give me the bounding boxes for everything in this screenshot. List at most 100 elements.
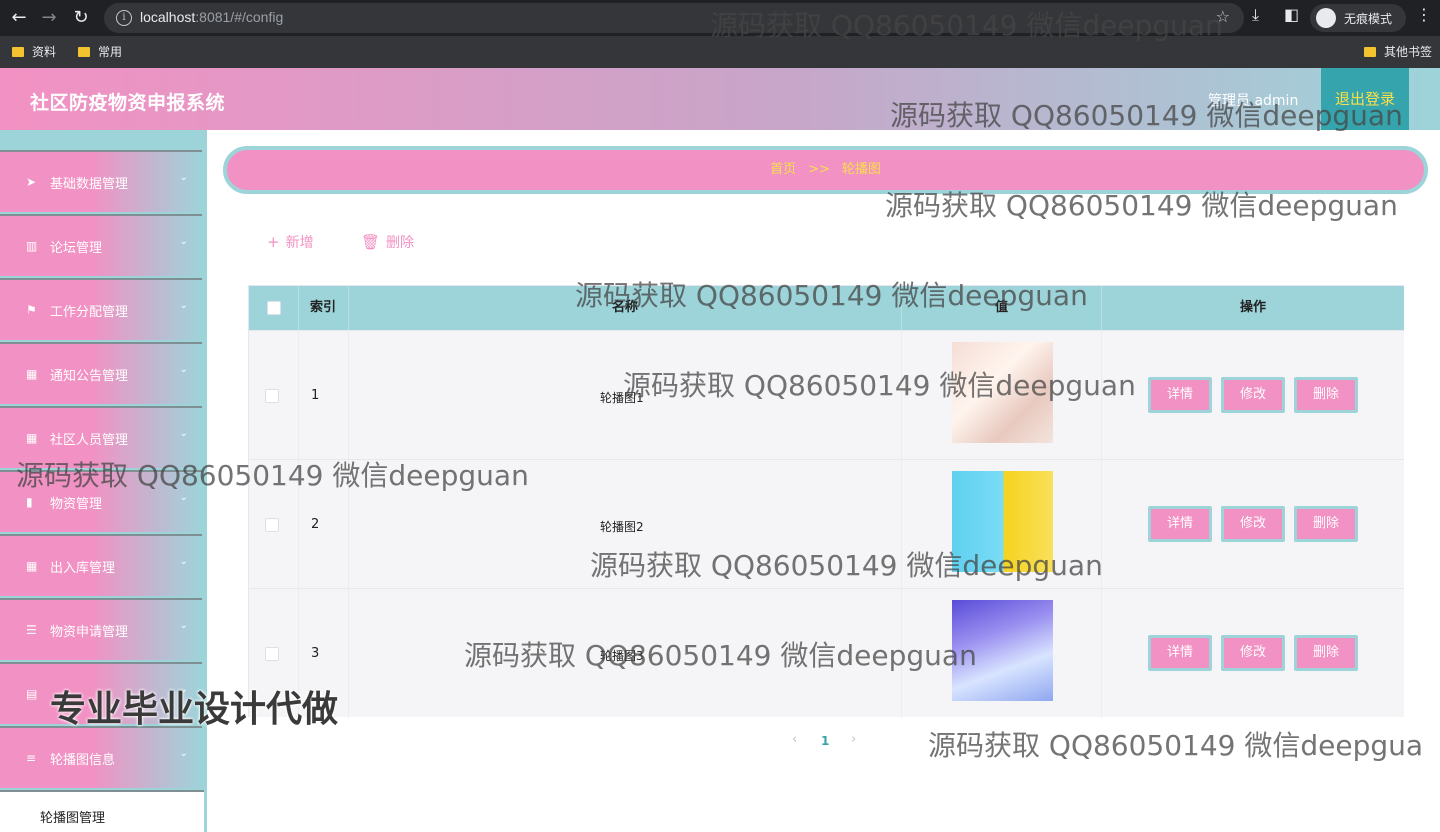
bookmark-folder[interactable]: 常用	[78, 43, 122, 60]
incognito-icon	[1316, 8, 1336, 28]
header-index: 索引	[299, 286, 349, 330]
folder-icon	[12, 47, 24, 57]
incognito-label: 无痕模式	[1344, 12, 1393, 26]
sidebar-item-label: 物资管理	[50, 497, 103, 512]
list-icon: ≡	[26, 751, 37, 765]
bookmark-star-icon[interactable]: ☆	[1216, 7, 1230, 26]
chevron-down-icon: ⌄	[179, 172, 188, 183]
carousel-thumbnail[interactable]	[952, 600, 1053, 701]
sidebar-item-label: 论坛管理	[50, 241, 103, 256]
header-name: 名称	[349, 286, 902, 330]
detail-button[interactable]: 详情	[1148, 635, 1212, 671]
sidebar-item[interactable]: ▦ 社区人员管理 ⌄	[0, 406, 202, 468]
sidebar-item[interactable]: ➤ 基础数据管理 ⌄	[0, 150, 202, 212]
breadcrumb-home[interactable]: 首页	[770, 162, 796, 177]
library-icon: ▥	[26, 239, 38, 253]
sidebar-item[interactable]: ▦ 通知公告管理 ⌄	[0, 342, 202, 404]
browser-toolbar: ← → ↻ i localhost:8081/#/config ☆ ⤓ ◧ 无痕…	[0, 0, 1440, 36]
chevron-down-icon: ⌄	[179, 428, 188, 439]
url-text[interactable]: localhost:8081/#/config	[140, 9, 283, 25]
sidebar-item[interactable]: ▮ 物资管理 ⌄	[0, 470, 202, 532]
detail-button[interactable]: 详情	[1148, 506, 1212, 542]
sidebar-item-label: 轮播图信息	[50, 753, 116, 768]
page-number-1[interactable]: 1	[821, 734, 829, 748]
plus-icon: +	[267, 233, 280, 251]
incognito-badge[interactable]: 无痕模式	[1310, 4, 1406, 32]
edit-button[interactable]: 修改	[1221, 506, 1285, 542]
delete-button[interactable]: 删除	[1294, 377, 1358, 413]
row-checkbox[interactable]	[265, 647, 279, 661]
prev-page-button[interactable]: ‹	[792, 732, 797, 747]
row-index: 2	[311, 517, 320, 532]
header-select-cell	[249, 286, 299, 330]
row-index: 3	[311, 646, 320, 661]
admin-label: 管理员 admin	[1208, 93, 1299, 109]
select-cell	[249, 331, 299, 460]
download-icon[interactable]: ⤓	[1252, 5, 1259, 25]
watermark-big: 专业毕业设计代做	[50, 689, 339, 730]
logout-button[interactable]: 退出登录	[1321, 68, 1409, 130]
bookmark-folder[interactable]: 资料	[12, 43, 56, 60]
chevron-down-icon: ⌄	[179, 620, 188, 631]
batch-delete-button[interactable]: 🗑 删除	[361, 232, 414, 252]
edit-button[interactable]: 修改	[1221, 635, 1285, 671]
sidebar-item[interactable]: ▥ 论坛管理 ⌄	[0, 214, 202, 276]
app-header: 社区防疫物资申报系统 管理员 admin 退出登录	[0, 68, 1440, 130]
add-button-label: 新增	[285, 235, 314, 251]
reload-icon[interactable]: ↻	[68, 5, 94, 31]
sidebar-item-label: 通知公告管理	[50, 369, 129, 384]
select-all-checkbox[interactable]	[267, 301, 281, 315]
bar-chart-icon: ▮	[26, 495, 33, 509]
row-index: 1	[311, 388, 320, 403]
menu-icon[interactable]: ⋮	[1416, 5, 1432, 24]
chevron-down-icon: ⌄	[179, 556, 188, 567]
chevron-down-icon: ⌄	[179, 236, 188, 247]
breadcrumb-separator: >>	[808, 162, 830, 177]
header-value: 值	[902, 286, 1102, 330]
app-title: 社区防疫物资申报系统	[30, 92, 226, 114]
carousel-thumbnail[interactable]	[952, 342, 1053, 443]
chevron-down-icon: ⌄	[179, 492, 188, 503]
row-checkbox[interactable]	[265, 389, 279, 403]
sidebar-item-label: 物资申请管理	[50, 625, 129, 640]
add-button[interactable]: + 新增	[267, 232, 314, 252]
folder-icon	[1364, 47, 1376, 57]
delete-button[interactable]: 删除	[1294, 506, 1358, 542]
table-header: 索引 名称 值 操作	[249, 286, 1404, 330]
row-name: 轮播图3	[600, 649, 644, 663]
table-row: 3 轮播图3 详情 修改 删除	[249, 588, 1404, 718]
sliders-icon: ☰	[26, 623, 37, 637]
info-icon[interactable]: i	[116, 10, 132, 26]
sidebar-item[interactable]: ☰ 物资申请管理 ⌄	[0, 598, 202, 660]
edit-button[interactable]: 修改	[1221, 377, 1285, 413]
sidebar-item[interactable]: ▦ 出入库管理 ⌄	[0, 534, 202, 596]
sidebar-item-label: 基础数据管理	[50, 177, 129, 192]
next-page-button[interactable]: ›	[851, 732, 856, 747]
table-row: 2 轮播图2 详情 修改 删除	[249, 459, 1404, 589]
carousel-thumbnail[interactable]	[952, 471, 1053, 572]
other-bookmarks[interactable]: 其他书签	[1364, 43, 1432, 60]
grid-icon: ▦	[26, 431, 38, 445]
row-name: 轮播图2	[600, 520, 644, 534]
send-icon: ➤	[26, 175, 37, 189]
back-icon[interactable]: ←	[6, 5, 32, 31]
row-checkbox[interactable]	[265, 518, 279, 532]
sidebar-item[interactable]: ⚑ 工作分配管理 ⌄	[0, 278, 202, 340]
watermark: 源码获取 QQ86050149 微信deepgua	[928, 729, 1424, 762]
chevron-down-icon: ⌄	[179, 300, 188, 311]
index-cell	[299, 331, 349, 460]
header-actions: 操作	[1239, 300, 1266, 315]
breadcrumb: 首页 >> 轮播图	[223, 146, 1428, 194]
sidepanel-icon[interactable]: ◧	[1284, 5, 1299, 24]
sidebar-subitem-carousel-management[interactable]: 轮播图管理	[0, 790, 204, 832]
address-bar[interactable]: i localhost:8081/#/config ☆	[104, 3, 1244, 33]
sidebar-subitem-label: 轮播图管理	[40, 811, 106, 826]
sidebar-item[interactable]: ≡ 轮播图信息 ⌄	[0, 726, 202, 788]
detail-button[interactable]: 详情	[1148, 377, 1212, 413]
carousel-table: 索引 名称 值 操作 1 轮播图1 详情 修改 删除 2 轮播图2 详情 修改 删除 3 轮播图3 详情…	[248, 285, 1404, 718]
delete-button[interactable]: 删除	[1294, 635, 1358, 671]
document-icon: ▤	[26, 687, 38, 701]
grid-icon: ▦	[26, 367, 38, 381]
breadcrumb-current: 轮播图	[841, 162, 881, 177]
forward-icon[interactable]: →	[36, 5, 62, 31]
